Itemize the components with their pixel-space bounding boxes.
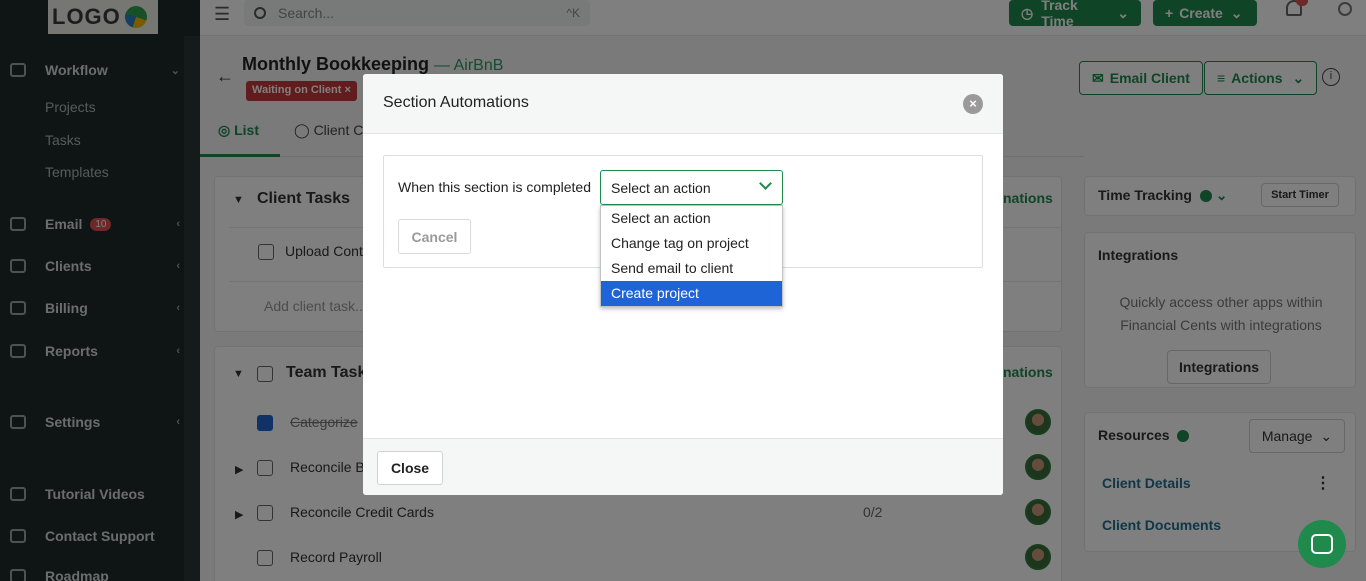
cancel-button[interactable]: Cancel [398, 219, 471, 254]
modal-title: Section Automations [383, 94, 529, 111]
action-select[interactable]: Select an action [600, 170, 783, 205]
option-send-email-to-client[interactable]: Send email to client [601, 256, 782, 281]
modal-footer: Close [363, 438, 1003, 495]
when-completed-label: When this section is completed [398, 179, 591, 195]
section-automations-modal: Section Automations × When this section … [363, 74, 1003, 495]
option-select-an-action[interactable]: Select an action [601, 206, 782, 231]
action-dropdown-list: Select an action Change tag on project S… [600, 205, 783, 307]
option-change-tag-on-project[interactable]: Change tag on project [601, 231, 782, 256]
modal-header: Section Automations × [363, 74, 1003, 134]
chevron-down-icon [759, 177, 772, 190]
select-value: Select an action [611, 179, 711, 196]
support-chat-button[interactable] [1298, 520, 1346, 568]
close-button[interactable]: Close [377, 451, 443, 485]
chat-icon [1311, 534, 1333, 554]
option-create-project[interactable]: Create project [601, 281, 782, 306]
close-icon[interactable]: × [963, 94, 983, 114]
